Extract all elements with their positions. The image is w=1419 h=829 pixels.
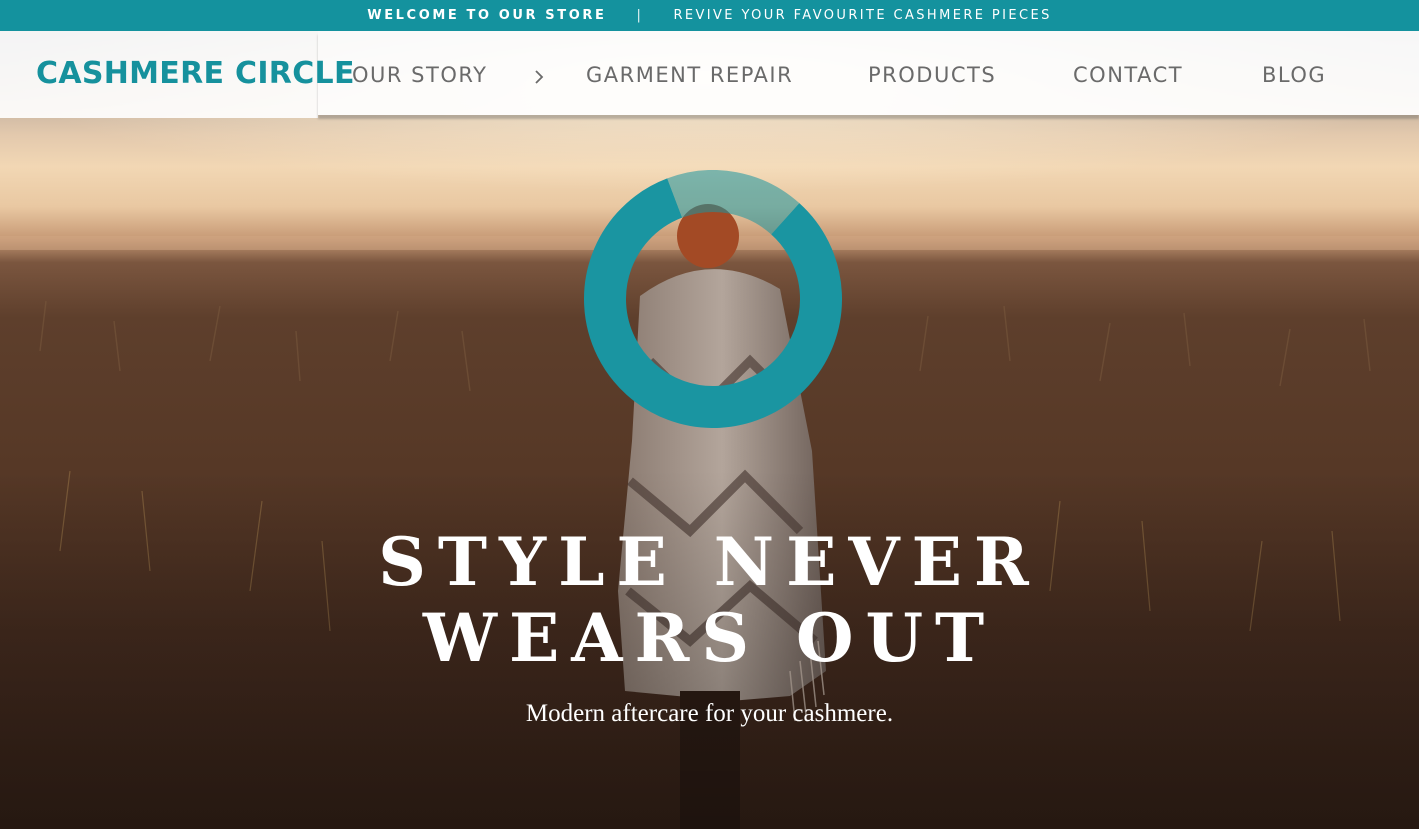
hero-headline-line-1: STYLE NEVER xyxy=(378,523,1041,601)
nav-item-label: PRODUCTS xyxy=(868,63,997,87)
nav-item-products[interactable]: PRODUCTS xyxy=(868,63,996,87)
nav-item-label: GARMENT REPAIR xyxy=(586,63,794,87)
hero-headline-line-2: WEARS OUT xyxy=(422,599,997,677)
nav-item-label: BLOG xyxy=(1262,63,1327,87)
hero-tagline: Modern aftercare for your cashmere. xyxy=(525,700,894,727)
nav-item-contact[interactable]: CONTACT xyxy=(1073,63,1183,87)
nav-item-label: OUR STORY xyxy=(352,63,488,87)
hero-headline: STYLE NEVER WEARS OUT xyxy=(0,524,1419,676)
chevron-right-icon xyxy=(535,70,544,84)
nav-item-blog[interactable]: BLOG xyxy=(1262,63,1326,87)
welcome-text: WELCOME TO OUR STORE xyxy=(367,8,607,23)
promo-text: REVIVE YOUR FAVOURITE CASHMERE PIECES xyxy=(673,8,1052,23)
announcement-divider: | xyxy=(636,8,644,23)
main-navigation: OUR STORY GARMENT REPAIR PRODUCTS CONTAC… xyxy=(318,31,1419,115)
brand-logo[interactable]: CASHMERE CIRCLE xyxy=(36,56,355,91)
nav-item-label: CONTACT xyxy=(1073,63,1184,87)
nav-item-garment-repair[interactable]: GARMENT REPAIR xyxy=(586,63,793,87)
nav-item-our-story[interactable]: OUR STORY xyxy=(352,63,544,87)
announcement-bar: WELCOME TO OUR STORE | REVIVE YOUR FAVOU… xyxy=(0,0,1419,31)
circle-logo-ring-icon xyxy=(584,170,842,428)
